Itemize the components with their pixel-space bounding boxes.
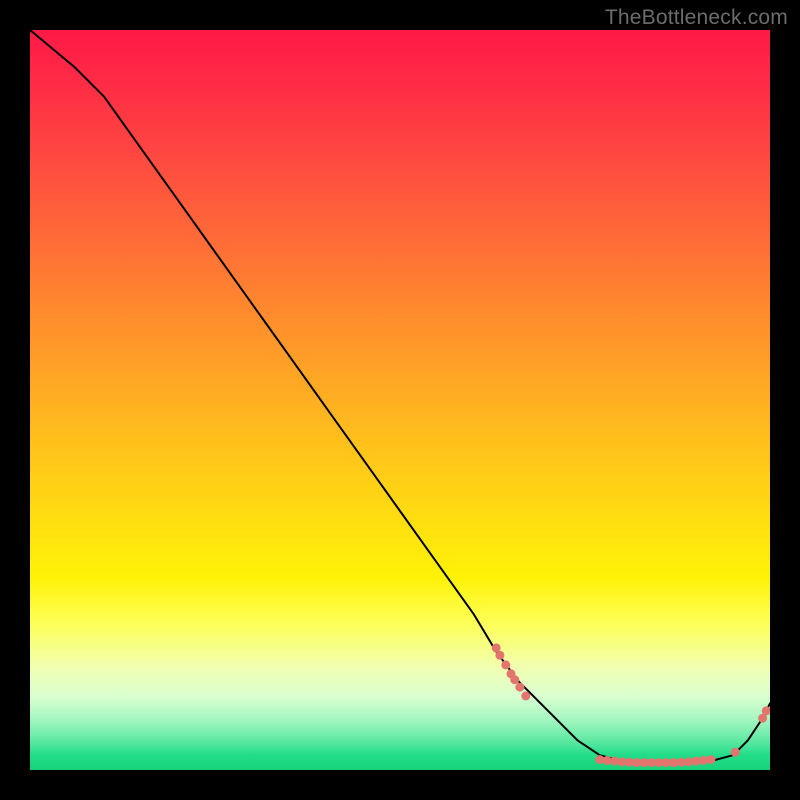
- data-marker: [510, 675, 519, 684]
- plot-area: [30, 30, 770, 770]
- data-marker: [521, 692, 530, 701]
- marker-group: [492, 643, 770, 767]
- data-marker: [501, 660, 510, 669]
- data-marker: [731, 748, 740, 757]
- data-marker: [495, 651, 504, 660]
- data-marker: [706, 755, 715, 764]
- bottleneck-curve: [30, 30, 770, 763]
- data-marker: [515, 683, 524, 692]
- watermark-label: TheBottleneck.com: [605, 6, 788, 30]
- chart-svg: [30, 30, 770, 770]
- chart-frame: TheBottleneck.com: [0, 0, 800, 800]
